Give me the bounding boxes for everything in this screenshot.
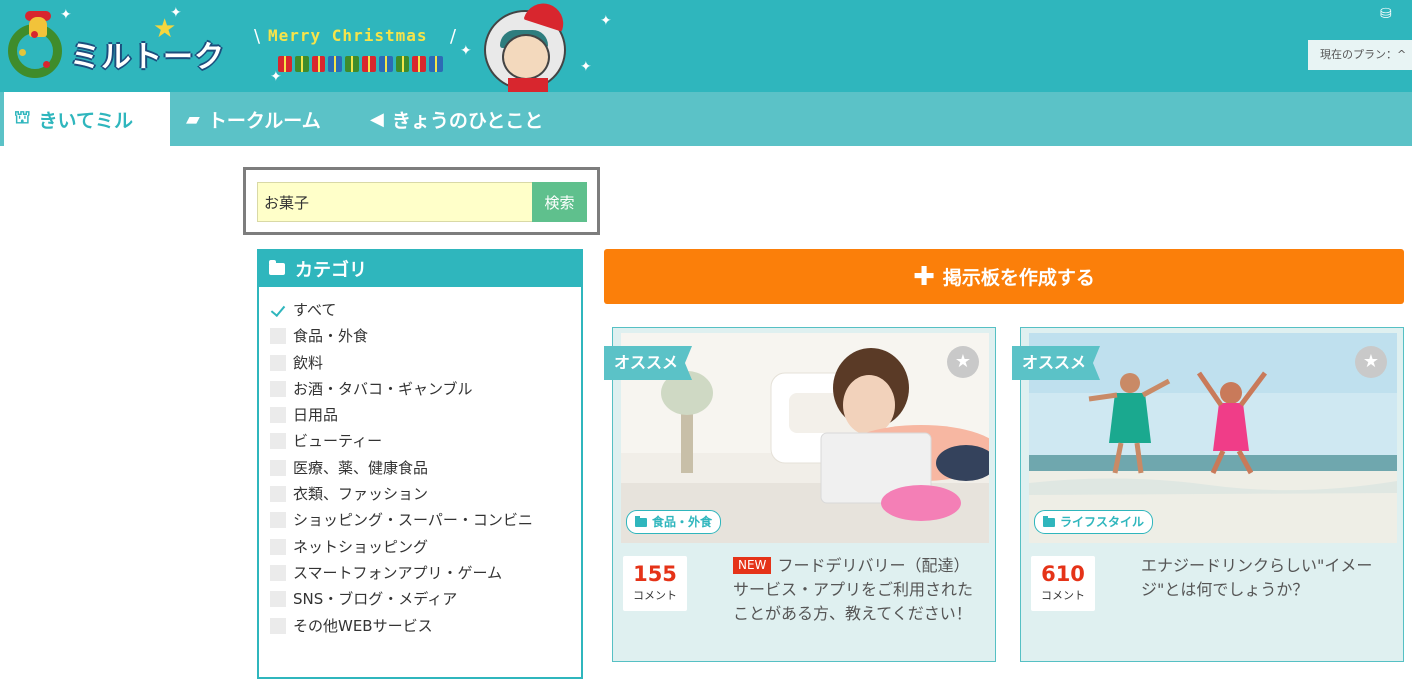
category-label: ビューティー	[293, 432, 383, 451]
category-item[interactable]: その他WEBサービス	[270, 613, 581, 639]
nav-item-label: トークルーム	[207, 109, 321, 132]
category-item[interactable]: ビューティー	[270, 428, 581, 454]
category-item[interactable]: SNS・ブログ・メディア	[270, 586, 581, 612]
category-label: 衣類、ファッション	[293, 485, 429, 504]
favorite-star-icon[interactable]: ★	[1355, 346, 1387, 378]
folder-icon	[635, 515, 647, 527]
create-board-label: 掲示板を作成する	[942, 267, 1095, 289]
sparkle-icon: ✦	[600, 13, 612, 29]
checkbox-icon[interactable]	[270, 512, 286, 529]
chat-bubbles-icon: ▰	[186, 108, 200, 130]
category-label: お酒・タバコ・ギャンブル	[293, 379, 473, 398]
category-item[interactable]: ネットショッピング	[270, 534, 581, 560]
checkbox-icon[interactable]	[270, 564, 286, 581]
checkbox-icon[interactable]	[270, 538, 286, 555]
comment-count-number: 610	[1041, 562, 1085, 586]
category-item[interactable]: ショッピング・スーパー・コンビニ	[270, 507, 581, 533]
checkbox-icon[interactable]	[270, 486, 286, 503]
ask-icon: ⛫	[14, 107, 31, 128]
comment-count: 610 コメント	[1031, 556, 1095, 611]
comment-count-label: コメント	[633, 589, 677, 602]
christmas-banner-text: Merry Christmas	[268, 26, 428, 45]
card-title-text: エナジードリンクらしい"イメージ"とは何でしょうか？	[1141, 556, 1373, 599]
category-item[interactable]: お酒・タバコ・ギャンブル	[270, 376, 581, 402]
folder-icon	[1043, 515, 1055, 527]
category-label: 医療、薬、健康食品	[293, 458, 429, 477]
current-plan[interactable]: 現在のプラン：^	[1308, 40, 1412, 70]
nav-item-label: きょうのひとこと	[391, 109, 544, 132]
favorite-star-icon[interactable]: ★	[947, 346, 979, 378]
search-input[interactable]	[257, 182, 532, 222]
card-category-label: ライフスタイル	[1060, 515, 1145, 529]
checkbox-checked-icon[interactable]	[270, 302, 286, 318]
nav-item-talkroom[interactable]: ▰ トークルーム	[186, 92, 321, 146]
plus-icon: ✚	[913, 261, 935, 292]
coins-icon: ⛁	[1380, 6, 1392, 22]
card-category-tag[interactable]: ライフスタイル	[1034, 510, 1154, 534]
folder-icon	[269, 260, 285, 275]
checkbox-icon[interactable]	[270, 380, 286, 397]
category-label: SNS・ブログ・メディア	[293, 590, 458, 609]
category-label: 日用品	[293, 406, 339, 425]
logo-text: ミルトーク	[70, 40, 225, 75]
board-card[interactable]: オススメ ★ 食品・外食 155 コメント NEW フードデリバリー（配達）サービ…	[604, 327, 996, 662]
nav-item-hitokoto[interactable]: ◀ きょうのひとこと	[370, 92, 543, 146]
gift-boxes-icon	[278, 56, 443, 76]
category-title: カテゴリ	[295, 260, 367, 281]
category-item[interactable]: 衣類、ファッション	[270, 481, 581, 507]
category-item[interactable]: 医療、薬、健康食品	[270, 455, 581, 481]
category-item[interactable]: 日用品	[270, 402, 581, 428]
board-card[interactable]: オススメ ★ ライフスタイル 610 コメント エナジードリンクらしい"イメージ…	[1012, 327, 1404, 662]
category-item[interactable]: 飲料	[270, 350, 581, 376]
christmas-banner: \ Merry Christmas /	[254, 26, 457, 47]
checkbox-icon[interactable]	[270, 328, 286, 345]
checkbox-icon[interactable]	[270, 407, 286, 424]
category-item[interactable]: 食品・外食	[270, 323, 581, 349]
new-badge: NEW	[733, 557, 772, 574]
create-board-button[interactable]: ✚ 掲示板を作成する	[604, 249, 1404, 304]
megaphone-icon: ◀	[370, 108, 384, 130]
category-label: 飲料	[293, 353, 324, 372]
category-label: ショッピング・スーパー・コンビニ	[293, 511, 533, 530]
card-title[interactable]: NEW フードデリバリー（配達）サービス・アプリをご利用されたことがある方、教えて…	[733, 554, 985, 626]
nav-item-label: きいてミル	[38, 109, 133, 132]
comment-count-label: コメント	[1041, 589, 1085, 602]
checkbox-icon[interactable]	[270, 617, 286, 634]
category-item[interactable]: スマートフォンアプリ・ゲーム	[270, 560, 581, 586]
search-box: 検索	[243, 167, 600, 235]
recommend-ribbon: オススメ	[604, 346, 693, 380]
wreath-icon	[8, 11, 62, 78]
site-logo[interactable]: ★ ミルトーク	[8, 11, 253, 82]
checkbox-icon[interactable]	[270, 354, 286, 371]
card-title[interactable]: エナジードリンクらしい"イメージ"とは何でしょうか？	[1141, 554, 1393, 602]
category-label: その他WEBサービス	[293, 616, 433, 635]
category-header: カテゴリ	[259, 251, 581, 287]
checkbox-icon[interactable]	[270, 433, 286, 450]
nav-item-kiitemiru[interactable]: ⛫ きいてミル	[4, 92, 170, 146]
category-list: すべて食品・外食飲料お酒・タバコ・ギャンブル 日用品ビューティー医療、薬、健康食品…	[259, 287, 581, 639]
category-label: 食品・外食	[293, 327, 369, 346]
comment-count-number: 155	[633, 562, 677, 586]
search-button[interactable]: 検索	[532, 182, 587, 222]
checkbox-icon[interactable]	[270, 591, 286, 608]
checkbox-icon[interactable]	[270, 459, 286, 476]
category-label: すべて	[293, 301, 337, 319]
main-nav: ⛫ きいてミル ▰ トークルーム ◀ きょうのひとこと	[0, 92, 1412, 146]
category-label: ネットショッピング	[293, 537, 429, 556]
card-category-tag[interactable]: 食品・外食	[626, 510, 722, 534]
site-header: ✦ ✦ ✦ ✦ ✦ ✦ ★ ミルトーク \ Merry Christmas /	[0, 0, 1412, 92]
card-category-label: 食品・外食	[652, 515, 713, 529]
sparkle-icon: ✦	[60, 7, 72, 23]
santa-mascot-icon	[474, 0, 586, 92]
comment-count: 155 コメント	[623, 556, 687, 611]
recommend-ribbon: オススメ	[1012, 346, 1101, 380]
category-panel: カテゴリ すべて食品・外食飲料お酒・タバコ・ギャンブル 日用品ビューティー医療、薬…	[257, 249, 583, 679]
category-label: スマートフォンアプリ・ゲーム	[293, 563, 503, 582]
category-item[interactable]: すべて	[270, 297, 581, 323]
